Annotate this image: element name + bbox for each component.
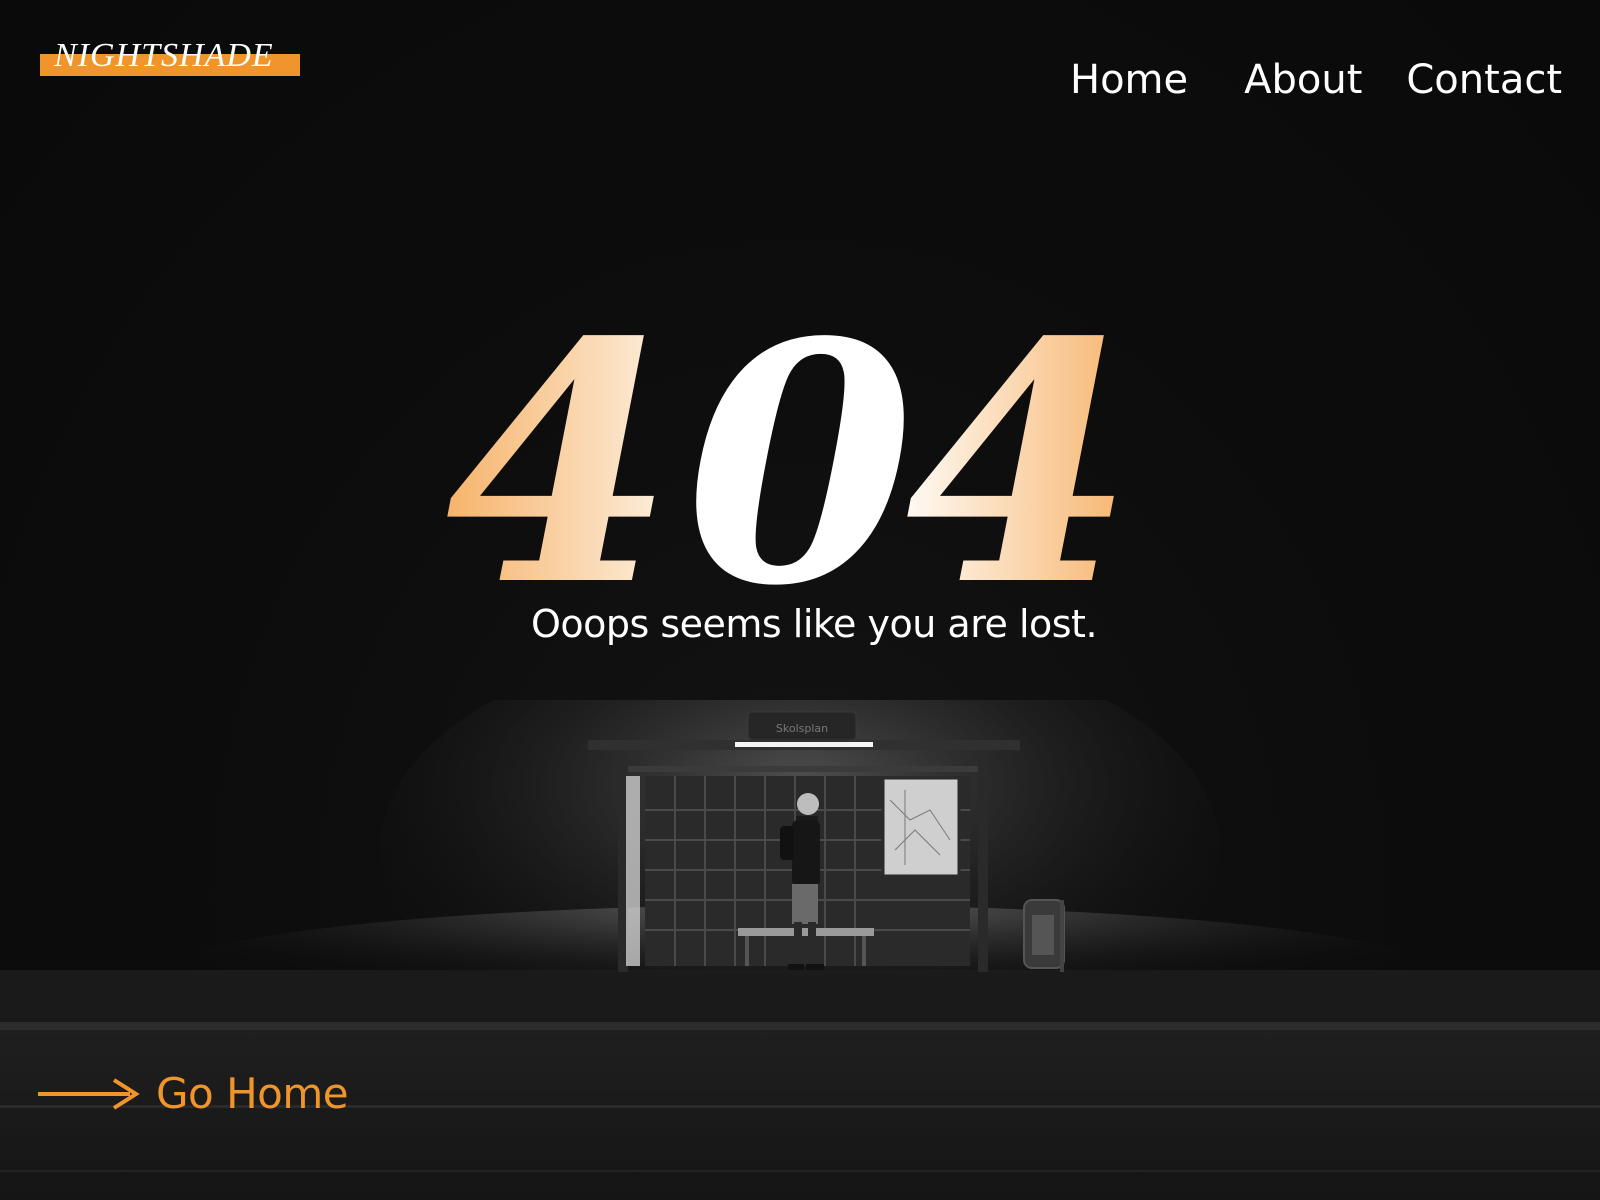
error-digit-middle: 0 <box>685 270 915 610</box>
error-page: NIGHTSHADE Home About Contact 4 0 4 Ooop <box>0 0 1600 1200</box>
bus-stop-scene: Skolsplan <box>0 630 1600 1200</box>
bus-stop-sign: Skolsplan <box>776 722 828 735</box>
top-nav: Home About Contact <box>1070 52 1562 108</box>
error-digit-last: 4 <box>905 270 1135 610</box>
nav-item-contact[interactable]: Contact <box>1406 52 1562 108</box>
error-code: 4 0 4 <box>0 270 1600 610</box>
go-home-link[interactable]: Go Home <box>38 1066 349 1122</box>
error-digit-first: 4 <box>445 270 675 610</box>
arrow-right-icon <box>38 1078 140 1110</box>
error-message: Ooops seems like you are lost. <box>530 602 1098 646</box>
logo-text: NIGHTSHADE <box>54 37 274 74</box>
brand-logo[interactable]: NIGHTSHADE <box>40 36 300 80</box>
go-home-label: Go Home <box>156 1069 349 1118</box>
nav-item-home[interactable]: Home <box>1070 52 1188 108</box>
nav-item-about[interactable]: About <box>1244 52 1362 108</box>
